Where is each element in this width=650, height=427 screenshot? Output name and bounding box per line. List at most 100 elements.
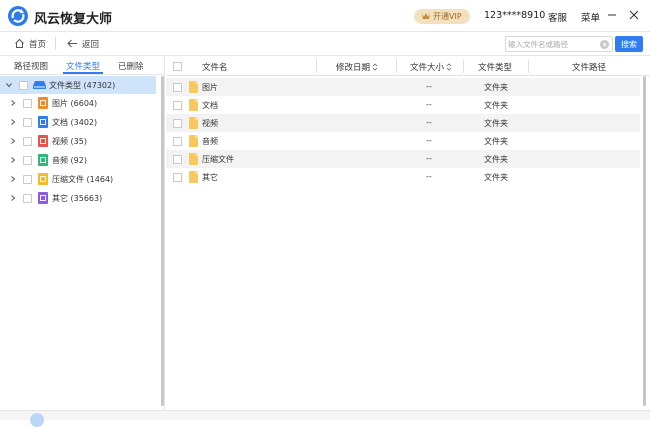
row-name: 文档 bbox=[202, 101, 218, 110]
chevron-right-icon[interactable] bbox=[9, 118, 17, 126]
user-account[interactable]: 123****8910 bbox=[484, 10, 545, 21]
chevron-right-icon[interactable] bbox=[9, 194, 17, 202]
tree-label: 音频 (92) bbox=[52, 156, 87, 165]
row-checkbox[interactable] bbox=[173, 119, 182, 128]
folder-icon bbox=[189, 153, 198, 165]
chevron-right-icon[interactable] bbox=[9, 156, 17, 164]
sidebar-scrollbar[interactable] bbox=[161, 76, 164, 406]
table-row[interactable]: 文档 -- 文件夹 bbox=[166, 96, 640, 114]
home-icon bbox=[15, 38, 24, 48]
vip-label: 开通VIP bbox=[433, 12, 462, 21]
vip-button[interactable]: 开通VIP bbox=[414, 9, 470, 24]
search-input[interactable] bbox=[508, 38, 598, 50]
column-header-type[interactable]: 文件类型 bbox=[478, 61, 512, 73]
tab-path-view[interactable]: 路径视图 bbox=[14, 60, 48, 72]
back-label: 返回 bbox=[82, 40, 100, 50]
row-type: 文件夹 bbox=[484, 119, 508, 128]
table-row[interactable]: 压缩文件 -- 文件夹 bbox=[166, 150, 640, 168]
column-header-size[interactable]: 文件大小 bbox=[410, 61, 452, 73]
table-row[interactable]: 音频 -- 文件夹 bbox=[166, 132, 640, 150]
tree-label: 文档 (3402) bbox=[52, 118, 98, 127]
row-type: 文件夹 bbox=[484, 155, 508, 164]
tree-item[interactable]: 文档 (3402) bbox=[0, 113, 156, 131]
row-size: -- bbox=[426, 136, 432, 145]
app-logo-icon bbox=[8, 6, 28, 26]
archive-file-icon bbox=[38, 173, 48, 185]
row-name: 其它 bbox=[202, 173, 218, 182]
row-checkbox[interactable] bbox=[173, 83, 182, 92]
row-type: 文件夹 bbox=[484, 83, 508, 92]
row-name: 图片 bbox=[202, 83, 218, 92]
service-button[interactable]: 客服 bbox=[548, 10, 567, 24]
search-box bbox=[505, 36, 613, 52]
table-row[interactable]: 其它 -- 文件夹 bbox=[166, 168, 640, 186]
chevron-right-icon[interactable] bbox=[9, 137, 17, 145]
folder-icon bbox=[189, 171, 198, 183]
tree-item[interactable]: 图片 (6604) bbox=[0, 94, 156, 112]
chevron-right-icon[interactable] bbox=[9, 175, 17, 183]
column-header-name[interactable]: 文件名 bbox=[202, 61, 228, 73]
chevron-down-icon[interactable] bbox=[5, 81, 13, 89]
table-row[interactable]: 图片 -- 文件夹 bbox=[166, 78, 640, 96]
checkbox[interactable] bbox=[23, 175, 32, 184]
navigation-bar: 首页 返回 搜索 bbox=[0, 32, 650, 56]
folder-icon bbox=[189, 135, 198, 147]
tree-label: 压缩文件 (1464) bbox=[52, 175, 114, 184]
tab-deleted[interactable]: 已删除 bbox=[118, 60, 144, 72]
tree-label: 文件类型 (47302) bbox=[49, 81, 116, 90]
row-size: -- bbox=[426, 118, 432, 127]
checkbox[interactable] bbox=[23, 156, 32, 165]
menu-button[interactable]: 菜单 bbox=[581, 10, 600, 24]
row-size: -- bbox=[426, 172, 432, 181]
row-type: 文件夹 bbox=[484, 137, 508, 146]
crown-icon bbox=[422, 13, 430, 19]
minimize-icon[interactable] bbox=[606, 9, 618, 21]
sidebar: 路径视图 文件类型 已删除 文件类型 (47302) 图片 (6604) 文档 (… bbox=[0, 56, 165, 410]
column-header-modified[interactable]: 修改日期 bbox=[336, 61, 378, 73]
row-checkbox[interactable] bbox=[173, 173, 182, 182]
status-indicator bbox=[30, 413, 44, 427]
clear-search-icon[interactable] bbox=[600, 40, 609, 49]
table-scrollbar[interactable] bbox=[643, 76, 646, 406]
tree-item[interactable]: 视频 (35) bbox=[0, 132, 156, 150]
tab-file-type[interactable]: 文件类型 bbox=[66, 60, 100, 72]
row-size: -- bbox=[426, 154, 432, 163]
table-row[interactable]: 视频 -- 文件夹 bbox=[166, 114, 640, 132]
checkbox[interactable] bbox=[23, 194, 32, 203]
chevron-right-icon[interactable] bbox=[9, 99, 17, 107]
home-label: 首页 bbox=[29, 40, 47, 50]
close-icon[interactable] bbox=[628, 9, 640, 21]
row-name: 音频 bbox=[202, 137, 218, 146]
row-checkbox[interactable] bbox=[173, 137, 182, 146]
checkbox[interactable] bbox=[23, 118, 32, 127]
checkbox[interactable] bbox=[23, 137, 32, 146]
column-divider bbox=[396, 59, 397, 73]
nav-divider bbox=[55, 37, 56, 50]
sort-icon bbox=[446, 63, 452, 71]
drive-icon bbox=[33, 81, 46, 89]
app-title: 风云恢复大师 bbox=[34, 12, 113, 27]
row-size: -- bbox=[426, 82, 432, 91]
other-file-icon bbox=[38, 192, 48, 204]
audio-file-icon bbox=[38, 154, 48, 166]
row-name: 视频 bbox=[202, 119, 218, 128]
select-all-checkbox[interactable] bbox=[173, 62, 182, 71]
tree-item[interactable]: 压缩文件 (1464) bbox=[0, 170, 156, 188]
checkbox[interactable] bbox=[19, 81, 28, 90]
column-divider bbox=[463, 59, 464, 73]
row-type: 文件夹 bbox=[484, 101, 508, 110]
folder-icon bbox=[189, 117, 198, 129]
row-checkbox[interactable] bbox=[173, 155, 182, 164]
view-tabs: 路径视图 文件类型 已删除 bbox=[0, 56, 165, 75]
checkbox[interactable] bbox=[23, 99, 32, 108]
tree-item[interactable]: 其它 (35663) bbox=[0, 189, 156, 207]
row-checkbox[interactable] bbox=[173, 101, 182, 110]
tree-root-file-types[interactable]: 文件类型 (47302) bbox=[0, 76, 156, 94]
column-header-path[interactable]: 文件路径 bbox=[572, 61, 606, 73]
sort-icon bbox=[372, 63, 378, 71]
file-table: 文件名 修改日期 文件大小 文件类型 文件路径 图片 -- 文件夹 文档 -- 文件夹 视频… bbox=[166, 56, 650, 410]
search-button[interactable]: 搜索 bbox=[615, 36, 643, 52]
tree-item[interactable]: 音频 (92) bbox=[0, 151, 156, 169]
table-header: 文件名 修改日期 文件大小 文件类型 文件路径 bbox=[166, 56, 650, 76]
tree-label: 图片 (6604) bbox=[52, 99, 98, 108]
